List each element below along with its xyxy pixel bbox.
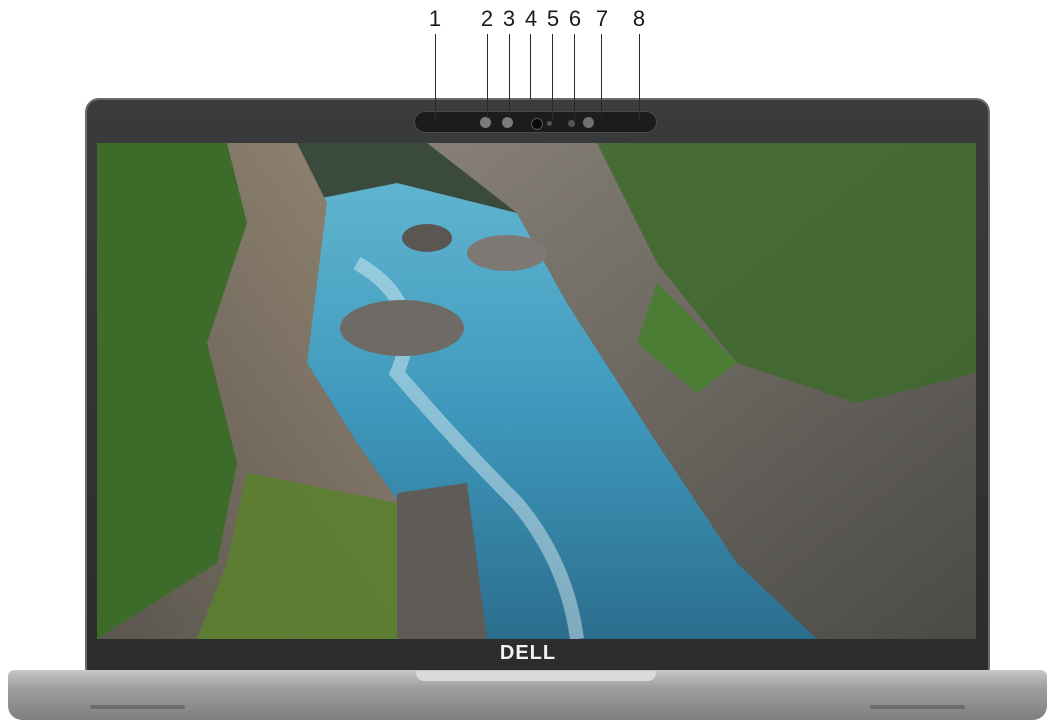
leader-line-5	[552, 34, 553, 122]
brand-logo: DELL	[499, 642, 557, 664]
callout-5: 5	[546, 6, 560, 31]
leader-line-3	[509, 34, 510, 118]
light-sensor-icon	[480, 117, 491, 128]
callout-4: 4	[524, 6, 538, 31]
leader-line-1	[435, 34, 436, 120]
rubber-foot-left	[90, 705, 185, 709]
leader-line-8	[639, 34, 640, 120]
callout-3: 3	[502, 6, 516, 31]
callout-1: 1	[428, 6, 442, 31]
rubber-foot-right	[870, 705, 965, 709]
lid-notch	[416, 671, 656, 681]
leader-line-7	[601, 34, 602, 118]
callout-2: 2	[480, 6, 494, 31]
sensor-icon	[583, 117, 594, 128]
callout-7: 7	[595, 6, 609, 31]
callout-6: 6	[568, 6, 582, 31]
sensor-icon	[502, 117, 513, 128]
camera-lens-icon	[531, 118, 543, 130]
leader-line-6	[574, 34, 575, 122]
leader-line-2	[487, 34, 488, 118]
callout-8: 8	[632, 6, 646, 31]
display-screen	[97, 143, 976, 639]
leader-line-4	[530, 34, 531, 100]
wallpaper-image	[97, 143, 976, 639]
